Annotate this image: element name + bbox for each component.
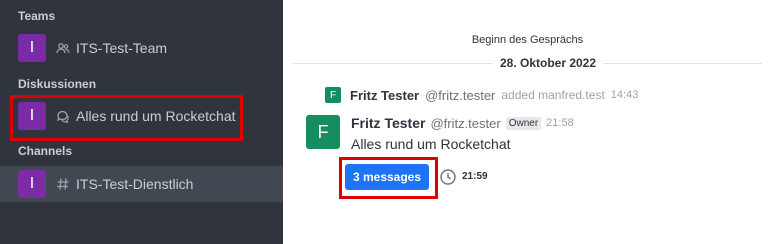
username[interactable]: Fritz Tester xyxy=(350,88,419,103)
sidebar-item-alles-rund-um-rocketchat[interactable]: I Alles rund um Rocketchat xyxy=(0,98,283,134)
message-time: 14:43 xyxy=(610,89,639,101)
avatar: I xyxy=(18,102,46,130)
divider-line xyxy=(603,63,762,64)
avatar[interactable]: F xyxy=(306,115,340,149)
channel-hash-icon xyxy=(56,177,70,191)
sidebar-item-label: ITS-Test-Dienstlich xyxy=(76,176,194,192)
section-title-teams: Teams xyxy=(18,9,56,23)
divider-line xyxy=(293,63,493,64)
sidebar-item-its-test-dienstlich[interactable]: I ITS-Test-Dienstlich xyxy=(0,166,283,202)
message-time: 21:58 xyxy=(546,117,574,129)
system-message: F Fritz Tester @fritz.tester added manfr… xyxy=(325,86,638,104)
role-badge: Owner xyxy=(505,116,542,130)
user-handle[interactable]: @fritz.tester xyxy=(430,116,500,131)
thread-last-reply-time: 21:59 xyxy=(462,171,488,182)
message-header: Fritz Tester @fritz.tester Owner 21:58 xyxy=(351,115,574,131)
discussion-icon xyxy=(56,109,70,123)
section-title-channels: Channels xyxy=(18,144,73,158)
sidebar-item-its-test-team[interactable]: I ITS-Test-Team xyxy=(0,30,283,66)
clock-icon xyxy=(439,168,457,186)
team-icon xyxy=(56,41,70,55)
message-list: Beginn des Gesprächs 28. Oktober 2022 F … xyxy=(283,0,772,244)
username[interactable]: Fritz Tester xyxy=(351,115,425,131)
section-title-discussions: Diskussionen xyxy=(18,77,97,91)
user-handle[interactable]: @fritz.tester xyxy=(425,88,495,103)
sidebar: Teams I ITS-Test-Team Diskussionen I All… xyxy=(0,0,283,244)
system-message-text: added manfred.test xyxy=(501,88,605,102)
conversation-start-label: Beginn des Gesprächs xyxy=(471,34,584,46)
sidebar-item-label: Alles rund um Rocketchat xyxy=(76,108,236,124)
avatar[interactable]: F xyxy=(325,87,341,103)
date-divider: 28. Oktober 2022 xyxy=(499,56,597,70)
avatar: I xyxy=(18,34,46,62)
avatar: I xyxy=(18,170,46,198)
message-body: Alles rund um Rocketchat xyxy=(351,136,511,152)
thread-messages-button[interactable]: 3 messages xyxy=(345,164,429,190)
sidebar-item-label: ITS-Test-Team xyxy=(76,40,168,56)
